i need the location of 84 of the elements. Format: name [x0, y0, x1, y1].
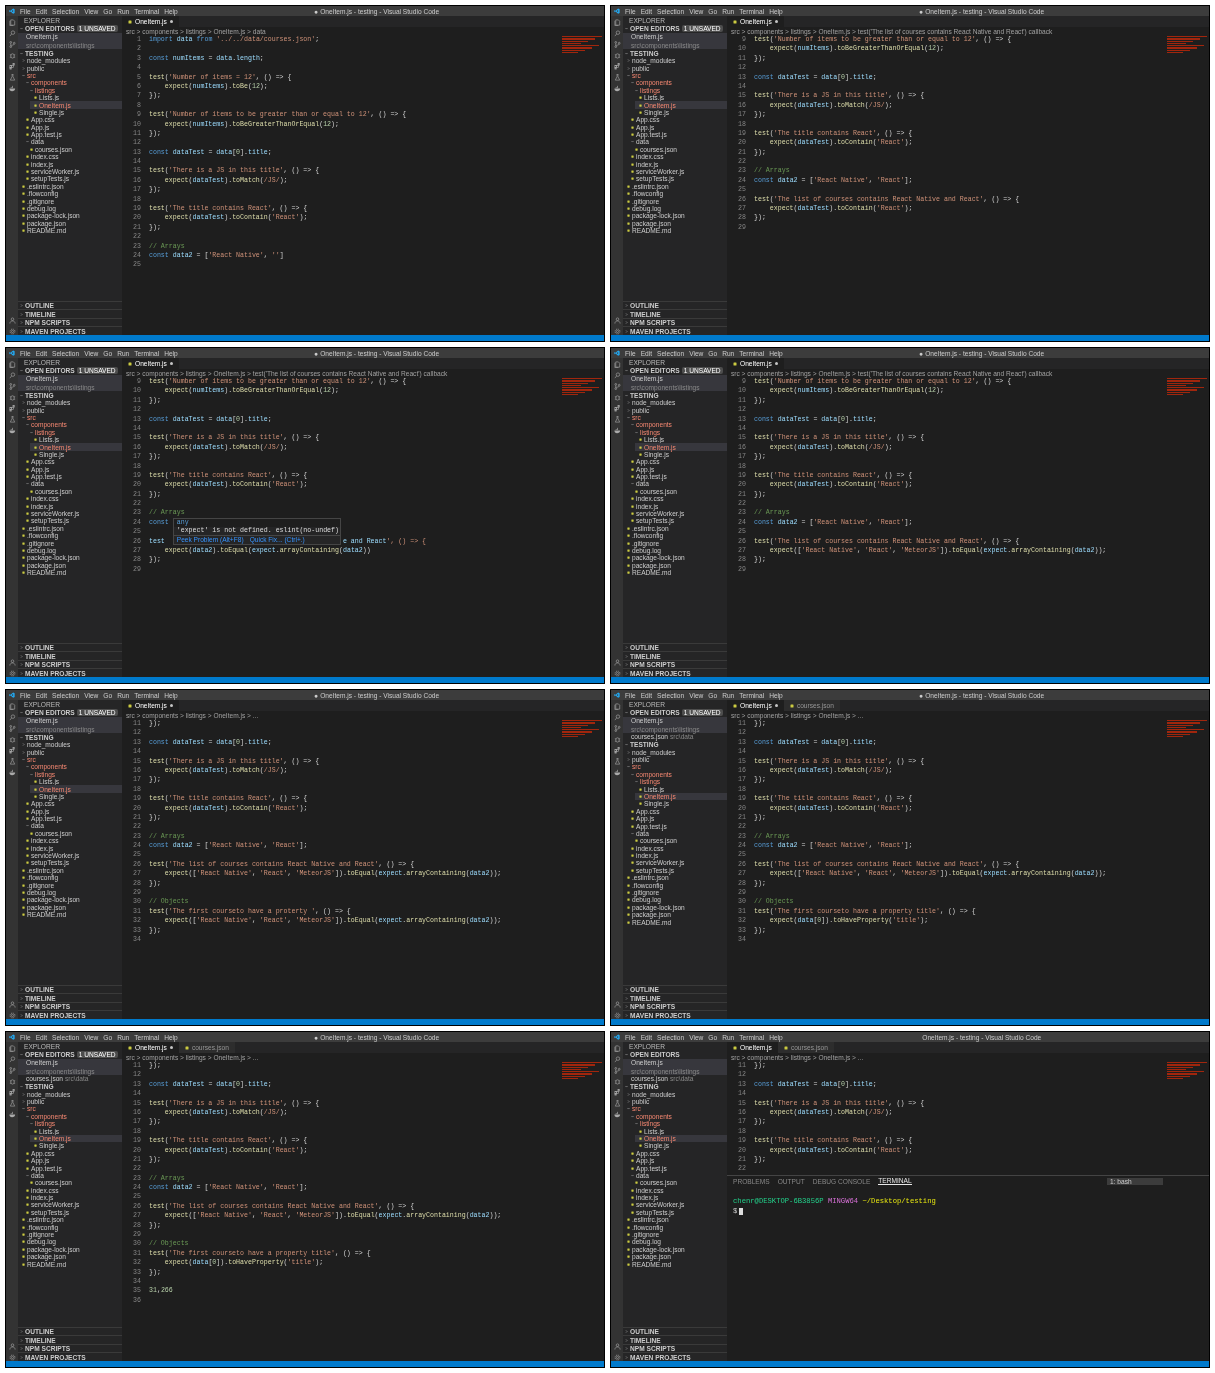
files-icon[interactable] — [8, 1045, 16, 1052]
extensions-icon[interactable] — [613, 1089, 621, 1096]
extensions-icon[interactable] — [8, 63, 16, 70]
minimap — [562, 1062, 602, 1080]
account-icon[interactable] — [613, 1001, 621, 1008]
branch-icon[interactable] — [8, 725, 16, 732]
minimap — [1167, 36, 1207, 54]
vscode-logo-icon — [614, 350, 620, 356]
extensions-icon[interactable] — [8, 747, 16, 754]
file-icon — [184, 1045, 189, 1050]
branch-icon[interactable] — [8, 41, 16, 48]
minimap — [1167, 378, 1207, 396]
files-icon[interactable] — [613, 703, 621, 710]
flask-icon[interactable] — [8, 758, 16, 765]
file-icon — [22, 1233, 25, 1236]
files-icon[interactable] — [613, 1045, 621, 1052]
file-icon — [733, 703, 737, 708]
search-icon[interactable] — [613, 1056, 621, 1063]
vscode-logo-icon — [614, 1034, 620, 1040]
branch-icon[interactable] — [8, 1067, 16, 1074]
search-icon[interactable] — [8, 1056, 16, 1063]
search-icon[interactable] — [8, 372, 16, 379]
file-icon — [128, 361, 132, 366]
file-icon — [783, 1045, 788, 1050]
file-icon — [733, 1045, 737, 1050]
file-icon — [22, 207, 25, 210]
branch-icon[interactable] — [613, 1067, 621, 1074]
text-cursor — [739, 1207, 744, 1215]
branch-icon[interactable] — [8, 383, 16, 390]
branch-icon[interactable] — [613, 725, 621, 732]
flask-icon[interactable] — [8, 1100, 16, 1107]
search-icon[interactable] — [613, 30, 621, 37]
flask-icon[interactable] — [8, 74, 16, 81]
file-icon — [22, 549, 25, 552]
extensions-icon[interactable] — [613, 747, 621, 754]
files-icon[interactable] — [8, 19, 16, 26]
file-icon — [627, 1233, 630, 1236]
account-icon[interactable] — [8, 1343, 16, 1350]
search-icon[interactable] — [613, 714, 621, 721]
flask-icon[interactable] — [613, 74, 621, 81]
account-icon[interactable] — [613, 659, 621, 666]
files-icon[interactable] — [8, 703, 16, 710]
file-icon — [627, 207, 630, 210]
account-icon[interactable] — [8, 1001, 16, 1008]
file-icon — [733, 361, 737, 366]
search-icon[interactable] — [613, 372, 621, 379]
file-icon — [128, 19, 132, 24]
minimap — [562, 378, 602, 396]
flask-icon[interactable] — [613, 758, 621, 765]
account-icon[interactable] — [8, 317, 16, 324]
file-icon — [128, 1045, 132, 1050]
account-icon[interactable] — [613, 317, 621, 324]
minimap — [1167, 1062, 1207, 1080]
search-icon[interactable] — [8, 30, 16, 37]
branch-icon[interactable] — [613, 41, 621, 48]
extensions-icon[interactable] — [613, 405, 621, 412]
vscode-logo-icon — [9, 350, 15, 356]
account-icon[interactable] — [8, 659, 16, 666]
vscode-logo-icon — [9, 1034, 15, 1040]
flask-icon[interactable] — [8, 416, 16, 423]
vscode-logo-icon — [614, 692, 620, 698]
extensions-icon[interactable] — [613, 63, 621, 70]
vscode-logo-icon — [614, 8, 620, 14]
files-icon[interactable] — [613, 361, 621, 368]
extensions-icon[interactable] — [8, 1089, 16, 1096]
minimap — [562, 720, 602, 738]
vscode-logo-icon — [9, 8, 15, 14]
minimap — [562, 36, 602, 54]
file-icon — [22, 891, 25, 894]
files-icon[interactable] — [8, 361, 16, 368]
file-icon — [627, 891, 630, 894]
vscode-logo-icon — [9, 692, 15, 698]
search-icon[interactable] — [8, 714, 16, 721]
file-icon — [128, 703, 132, 708]
file-icon — [627, 549, 630, 552]
file-icon — [733, 19, 737, 24]
files-icon[interactable] — [613, 19, 621, 26]
minimap — [1167, 720, 1207, 738]
account-icon[interactable] — [613, 1343, 621, 1350]
branch-icon[interactable] — [613, 383, 621, 390]
file-icon — [789, 703, 794, 708]
flask-icon[interactable] — [613, 1100, 621, 1107]
flask-icon[interactable] — [613, 416, 621, 423]
extensions-icon[interactable] — [8, 405, 16, 412]
